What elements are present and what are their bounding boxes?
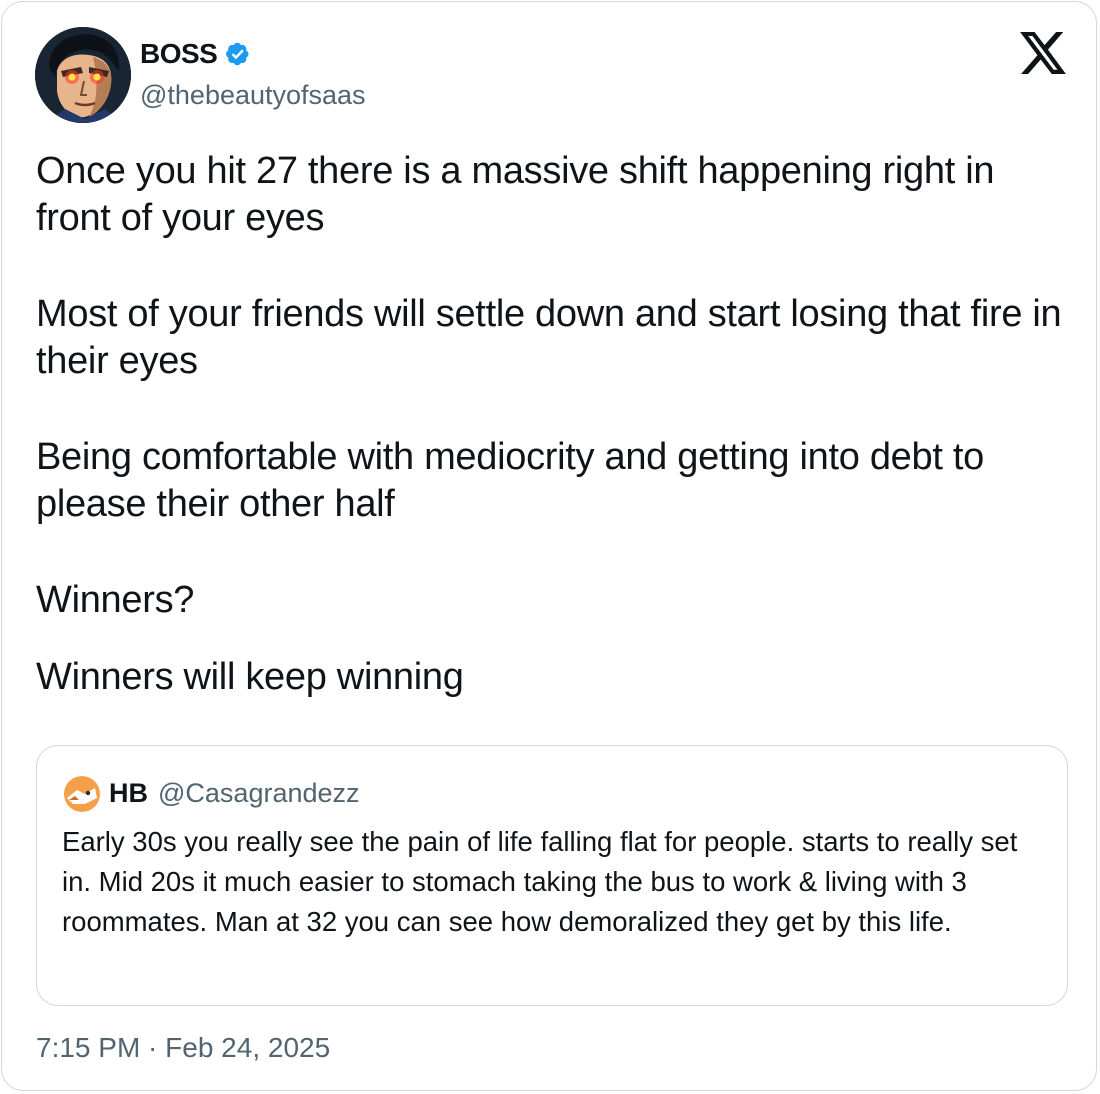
tweet-paragraph: Most of your friends will settle down an…: [36, 293, 1062, 382]
quoted-author-name[interactable]: HB: [109, 778, 148, 809]
x-logo-icon[interactable]: [1020, 32, 1066, 74]
tweet-timestamp[interactable]: 7:15 PM · Feb 24, 2025: [36, 1032, 330, 1064]
quoted-tweet[interactable]: HB @Casagrandezz Early 30s you really se…: [36, 745, 1068, 1006]
quoted-tweet-text: Early 30s you really see the pain of lif…: [62, 826, 1018, 937]
verified-badge-icon: [226, 42, 249, 66]
author-handle[interactable]: @thebeautyofsaas: [140, 80, 366, 111]
tweet-card: BOSS @thebeautyofsaas Once you hit 27 th…: [1, 1, 1097, 1091]
author-display-name[interactable]: BOSS: [140, 38, 218, 70]
tweet-body: Once you hit 27 there is a massive shift…: [36, 148, 1076, 701]
quoted-author-avatar[interactable]: [63, 776, 101, 812]
avatar-icon: [64, 776, 100, 812]
author-name-row[interactable]: BOSS: [140, 35, 253, 73]
tweet-paragraph: Winners will keep winning: [36, 656, 464, 698]
author-avatar[interactable]: [35, 27, 131, 123]
avatar-comic-hero-image: [35, 27, 131, 123]
quoted-author-handle[interactable]: @Casagrandezz: [158, 778, 360, 809]
tweet-paragraph: Winners?: [36, 579, 195, 621]
tweet-paragraph: Being comfortable with mediocrity and ge…: [36, 436, 984, 525]
tweet-paragraph: Once you hit 27 there is a massive shift…: [36, 150, 995, 239]
quoted-author-row[interactable]: HB @Casagrandezz: [109, 775, 360, 811]
